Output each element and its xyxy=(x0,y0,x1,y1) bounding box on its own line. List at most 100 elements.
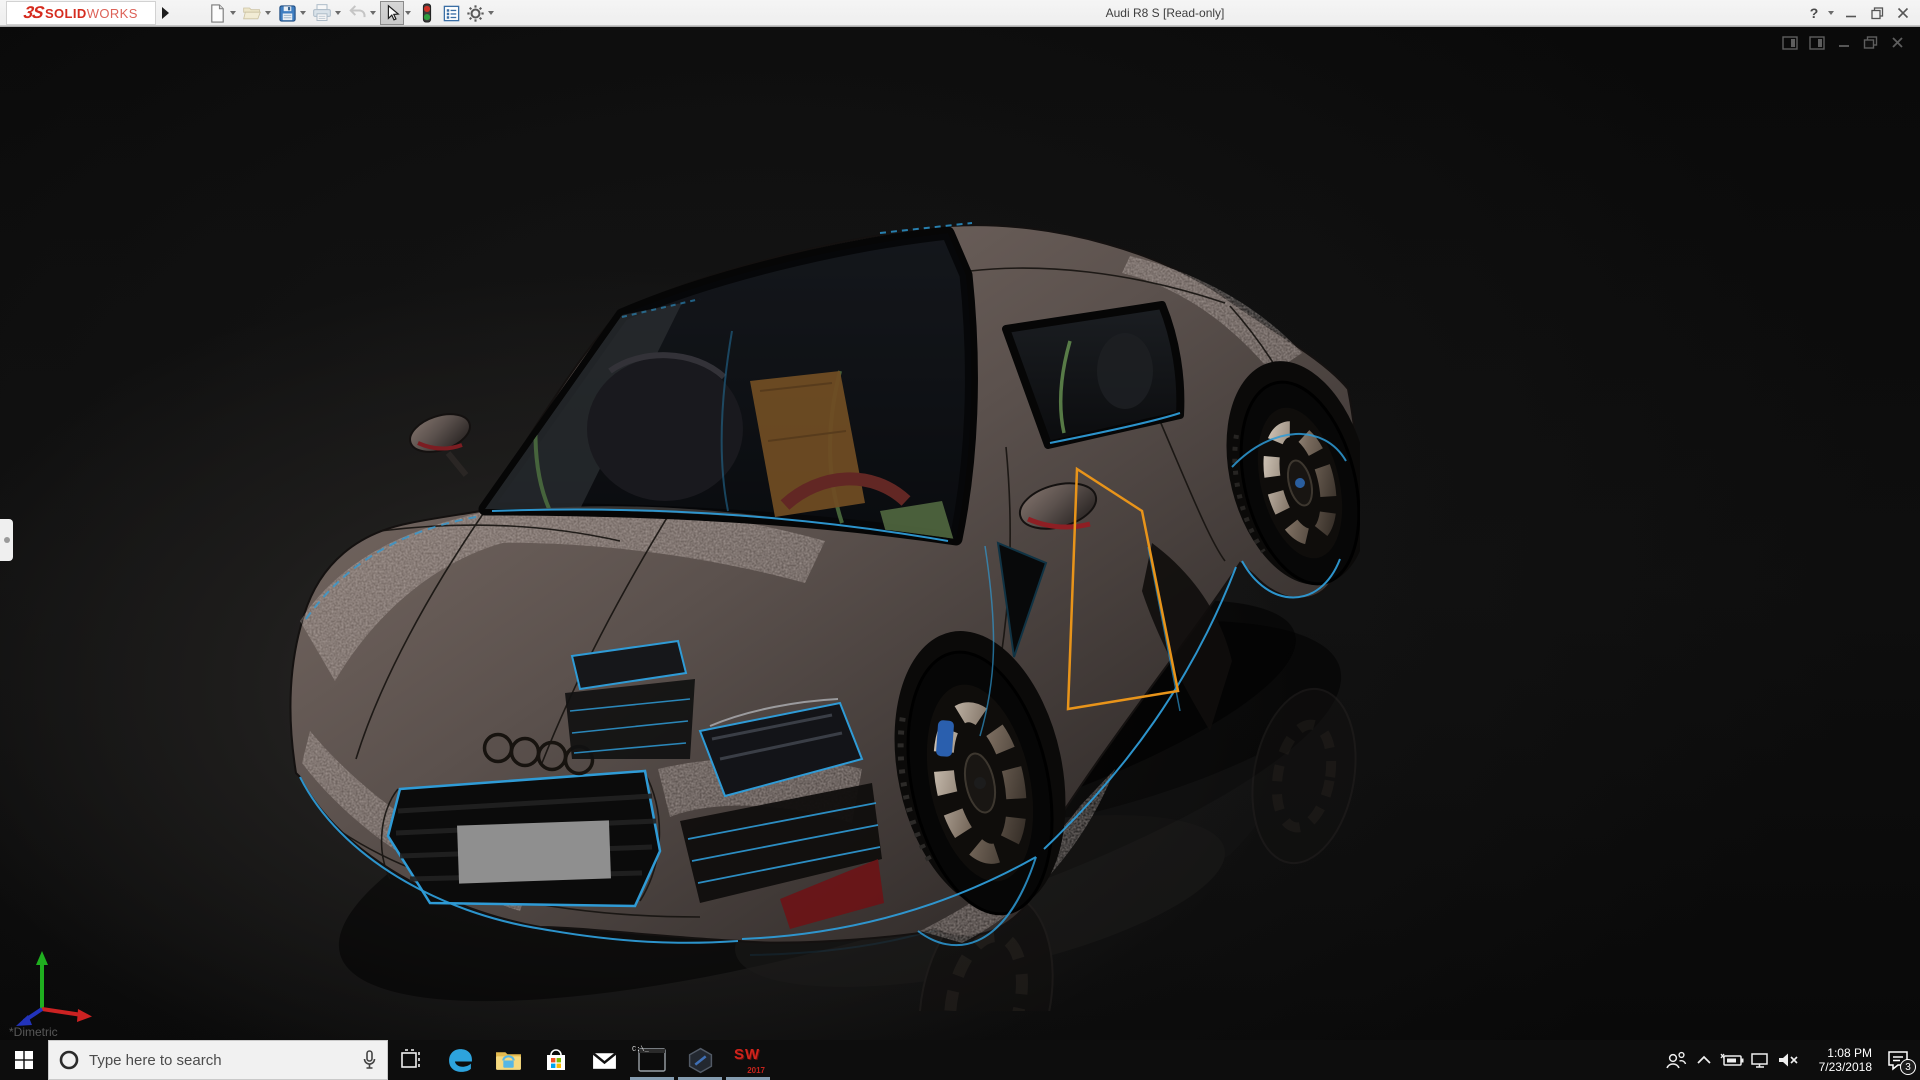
new-document-icon xyxy=(208,4,227,23)
window-title: Audi R8 S [Read-only] xyxy=(1106,6,1225,20)
license-plate-blank xyxy=(457,820,611,883)
hexagon-app-icon xyxy=(687,1047,714,1074)
taskbar-app-hexagon[interactable] xyxy=(676,1040,724,1080)
print-button[interactable] xyxy=(310,1,334,25)
display-pane-left-icon[interactable] xyxy=(1781,35,1798,50)
taskbar: Type here to search xyxy=(0,1040,1920,1080)
taskbar-app-store[interactable] xyxy=(532,1040,580,1080)
save-dropdown-caret-icon[interactable] xyxy=(300,11,306,15)
file-properties-icon xyxy=(442,4,461,23)
edge-icon xyxy=(447,1047,474,1074)
featuremanager-flyout-tab[interactable] xyxy=(0,519,13,561)
solidworks-logo[interactable]: 3S SOLID WORKS xyxy=(6,1,156,25)
options-dropdown-caret-icon[interactable] xyxy=(488,11,494,15)
windshield[interactable] xyxy=(485,233,971,556)
mail-icon xyxy=(591,1047,618,1074)
window-controls: ? xyxy=(1801,0,1916,26)
document-restore-icon[interactable] xyxy=(1862,35,1879,50)
close-icon xyxy=(1897,7,1909,19)
action-center-button[interactable]: 3 xyxy=(1876,1040,1920,1080)
options-button[interactable] xyxy=(463,1,487,25)
solidworks-logo-bold: SOLID xyxy=(45,6,87,21)
clock-time: 1:08 PM xyxy=(1802,1046,1872,1060)
model-audi-r8[interactable] xyxy=(280,211,1360,1011)
options-gear-icon xyxy=(466,4,485,23)
windows-logo-icon xyxy=(15,1051,33,1069)
graphics-viewport[interactable]: *Dimetric xyxy=(0,26,1920,1040)
rebuild-traffic-light-icon xyxy=(419,3,435,23)
tray-overflow-button[interactable] xyxy=(1690,1040,1718,1080)
cortana-icon xyxy=(59,1050,79,1070)
start-button[interactable] xyxy=(0,1040,48,1080)
undo-icon xyxy=(347,3,367,23)
help-button[interactable]: ? xyxy=(1801,0,1827,26)
quick-toolbar xyxy=(205,0,498,26)
taskbar-app-solidworks[interactable]: SW 2017 xyxy=(724,1040,772,1080)
front-grille[interactable] xyxy=(388,771,660,906)
flyout-tab-dot-icon xyxy=(4,537,10,543)
network-button[interactable] xyxy=(1746,1040,1774,1080)
menu-expand-arrow-icon[interactable] xyxy=(162,7,169,19)
minimize-button[interactable] xyxy=(1838,0,1864,26)
volume-muted-icon xyxy=(1777,1051,1799,1069)
help-dropdown-caret-icon[interactable] xyxy=(1828,11,1834,15)
file-properties-button[interactable] xyxy=(439,1,463,25)
battery-plugged-icon xyxy=(1720,1052,1744,1068)
brake-caliper xyxy=(936,720,954,757)
help-icon: ? xyxy=(1810,5,1819,21)
microphone-icon[interactable] xyxy=(362,1050,377,1070)
open-dropdown-caret-icon[interactable] xyxy=(265,11,271,15)
select-dropdown-caret-icon[interactable] xyxy=(405,11,411,15)
system-tray: 1:08 PM 7/23/2018 3 xyxy=(1662,1040,1920,1080)
document-close-icon[interactable] xyxy=(1889,35,1906,50)
view-orientation-label: *Dimetric xyxy=(9,1025,58,1039)
title-bar: 3S SOLID WORKS xyxy=(0,0,1920,26)
clock[interactable]: 1:08 PM 7/23/2018 xyxy=(1802,1046,1876,1074)
select-cursor-icon xyxy=(383,4,401,22)
save-button[interactable] xyxy=(275,1,299,25)
undo-dropdown-caret-icon[interactable] xyxy=(370,11,376,15)
store-icon xyxy=(543,1047,569,1073)
save-icon xyxy=(278,4,297,23)
battery-button[interactable] xyxy=(1718,1040,1746,1080)
new-dropdown-caret-icon[interactable] xyxy=(230,11,236,15)
open-icon xyxy=(242,3,262,23)
task-view-icon xyxy=(401,1049,423,1071)
open-button[interactable] xyxy=(240,1,264,25)
restore-icon xyxy=(1871,7,1884,20)
restore-button[interactable] xyxy=(1864,0,1890,26)
task-view-button[interactable] xyxy=(388,1040,436,1080)
reference-triad xyxy=(8,945,103,1031)
file-explorer-icon xyxy=(495,1047,522,1074)
volume-button[interactable] xyxy=(1774,1040,1802,1080)
solidworks-2017-icon: SW 2017 xyxy=(733,1046,763,1074)
taskbar-app-mail[interactable] xyxy=(580,1040,628,1080)
close-button[interactable] xyxy=(1890,0,1916,26)
display-pane-right-icon[interactable] xyxy=(1808,35,1825,50)
notification-badge: 3 xyxy=(1900,1059,1916,1075)
chevron-up-icon xyxy=(1696,1054,1712,1066)
people-icon xyxy=(1665,1050,1687,1070)
document-minimize-icon[interactable] xyxy=(1835,35,1852,50)
command-prompt-label: C:\_ xyxy=(632,1046,649,1054)
taskbar-app-file-explorer[interactable] xyxy=(484,1040,532,1080)
print-icon xyxy=(312,3,332,23)
print-dropdown-caret-icon[interactable] xyxy=(335,11,341,15)
select-button[interactable] xyxy=(380,1,404,25)
search-input[interactable]: Type here to search xyxy=(48,1040,388,1080)
rebuild-button[interactable] xyxy=(415,1,439,25)
minimize-icon xyxy=(1845,7,1857,19)
clock-date: 7/23/2018 xyxy=(1802,1060,1872,1074)
people-button[interactable] xyxy=(1662,1040,1690,1080)
solidworks-logo-light: WORKS xyxy=(87,6,138,21)
undo-button[interactable] xyxy=(345,1,369,25)
solidworks-logo-mark: 3S xyxy=(22,3,45,23)
sw-letters: SW xyxy=(734,1046,760,1063)
document-window-controls xyxy=(1781,35,1906,50)
new-document-button[interactable] xyxy=(205,1,229,25)
sw-year: 2017 xyxy=(747,1066,765,1075)
taskbar-app-edge[interactable] xyxy=(436,1040,484,1080)
network-icon xyxy=(1750,1052,1770,1069)
taskbar-app-command-prompt[interactable]: C:\_ xyxy=(628,1040,676,1080)
search-placeholder: Type here to search xyxy=(89,1052,352,1069)
